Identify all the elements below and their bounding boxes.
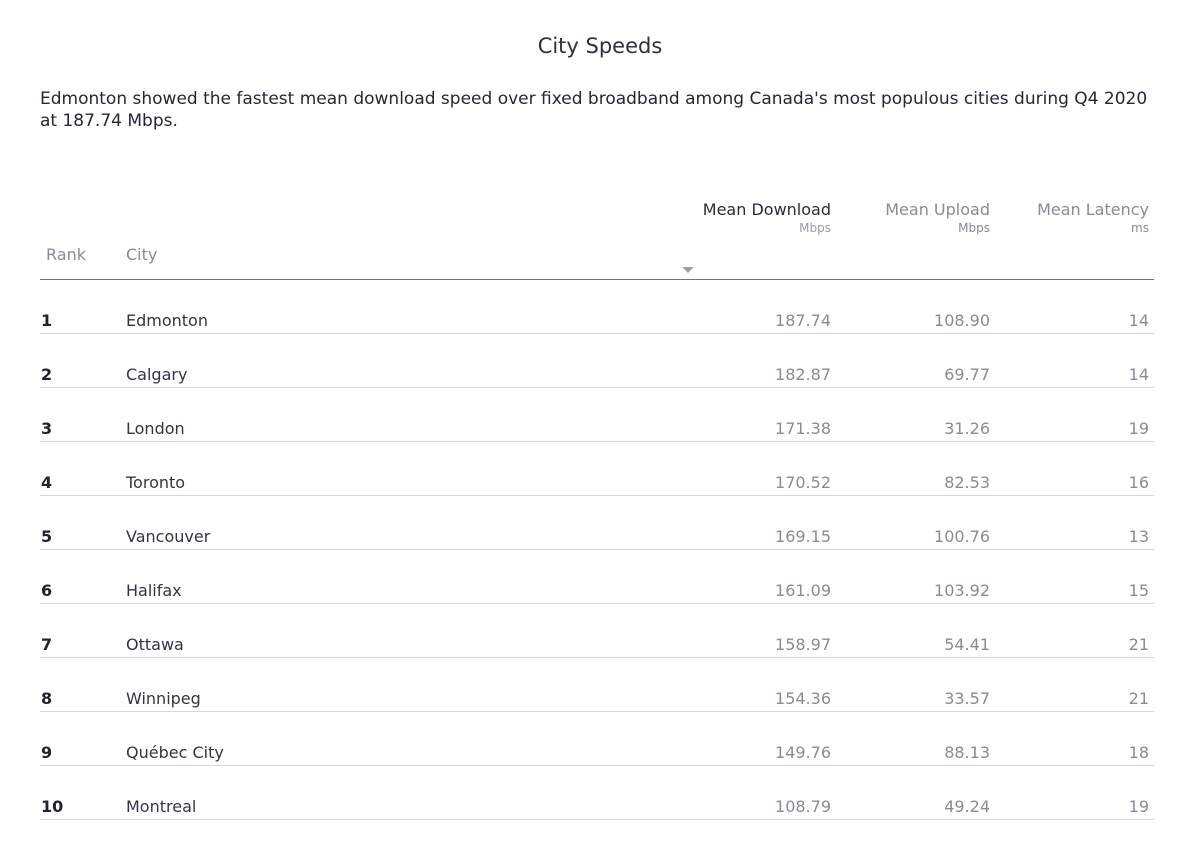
upload-cell: 31.26 [944,419,990,438]
column-header-city[interactable]: City [126,245,157,264]
table-row: 8 Winnipeg 154.36 33.57 21 [40,658,1154,712]
rank-cell: 1 [41,311,53,330]
latency-cell: 18 [1128,743,1149,762]
rank-cell: 2 [41,365,53,384]
download-cell: 154.36 [775,689,831,708]
city-cell: Edmonton [126,311,208,330]
column-header-download[interactable]: Mean Download Mbps [671,199,831,236]
rank-cell: 5 [41,527,53,546]
download-cell: 161.09 [775,581,831,600]
column-header-rank[interactable]: Rank [46,245,86,264]
upload-cell: 82.53 [944,473,990,492]
upload-cell: 100.76 [934,527,990,546]
column-header-upload-unit: Mbps [958,221,990,235]
latency-cell: 21 [1128,635,1149,654]
upload-cell: 88.13 [944,743,990,762]
latency-cell: 16 [1128,473,1149,492]
city-cell: Vancouver [126,527,211,546]
page-subtitle: Edmonton showed the fastest mean downloa… [40,89,1148,131]
city-cell: Calgary [126,365,188,384]
table-header: Rank City Mean Download Mbps Mean Upload… [40,195,1154,280]
upload-cell: 103.92 [934,581,990,600]
caret-down-icon [682,267,694,273]
rank-cell: 8 [41,689,53,708]
rank-cell: 6 [41,581,53,600]
download-cell: 187.74 [775,311,831,330]
city-cell: London [126,419,185,438]
city-cell: Halifax [126,581,182,600]
latency-cell: 14 [1128,365,1149,384]
table-row: 2 Calgary 182.87 69.77 14 [40,334,1154,388]
table-row: 1 Edmonton 187.74 108.90 14 [40,280,1154,334]
column-header-upload-label: Mean Upload [885,200,990,219]
download-cell: 171.38 [775,419,831,438]
table-row: 6 Halifax 161.09 103.92 15 [40,550,1154,604]
city-cell: Toronto [126,473,186,492]
column-header-upload[interactable]: Mean Upload Mbps [830,199,990,236]
column-header-download-unit: Mbps [799,221,831,235]
rank-cell: 3 [41,419,53,438]
download-cell: 182.87 [775,365,831,384]
rank-cell: 4 [41,473,53,492]
table-row: 4 Toronto 170.52 82.53 16 [40,442,1154,496]
download-cell: 108.79 [775,797,831,816]
city-cell: Montreal [126,797,197,816]
table-row: 5 Vancouver 169.15 100.76 13 [40,496,1154,550]
rank-cell: 7 [41,635,53,654]
upload-cell: 33.57 [944,689,990,708]
rank-cell: 9 [41,743,53,762]
rank-cell: 10 [41,797,64,816]
city-speeds-table: Rank City Mean Download Mbps Mean Upload… [40,195,1154,820]
column-header-latency[interactable]: Mean Latency ms [989,199,1149,236]
table-row: 9 Québec City 149.76 88.13 18 [40,712,1154,766]
column-header-latency-label: Mean Latency [1037,200,1149,219]
upload-cell: 54.41 [944,635,990,654]
page-title: City Speeds [537,34,663,58]
download-cell: 149.76 [775,743,831,762]
table-row: 7 Ottawa 158.97 54.41 21 [40,604,1154,658]
column-header-latency-unit: ms [1131,221,1149,235]
city-cell: Québec City [126,743,224,762]
upload-cell: 49.24 [944,797,990,816]
download-cell: 170.52 [775,473,831,492]
download-cell: 158.97 [775,635,831,654]
table-row: 3 London 171.38 31.26 19 [40,388,1154,442]
latency-cell: 13 [1128,527,1149,546]
upload-cell: 108.90 [934,311,990,330]
latency-cell: 21 [1128,689,1149,708]
download-cell: 169.15 [775,527,831,546]
column-header-download-label: Mean Download [702,200,831,219]
latency-cell: 15 [1128,581,1149,600]
upload-cell: 69.77 [944,365,990,384]
city-cell: Winnipeg [126,689,201,708]
city-cell: Ottawa [126,635,184,654]
latency-cell: 14 [1128,311,1149,330]
table-row: 10 Montreal 108.79 49.24 19 [40,766,1154,820]
latency-cell: 19 [1128,797,1149,816]
latency-cell: 19 [1128,419,1149,438]
